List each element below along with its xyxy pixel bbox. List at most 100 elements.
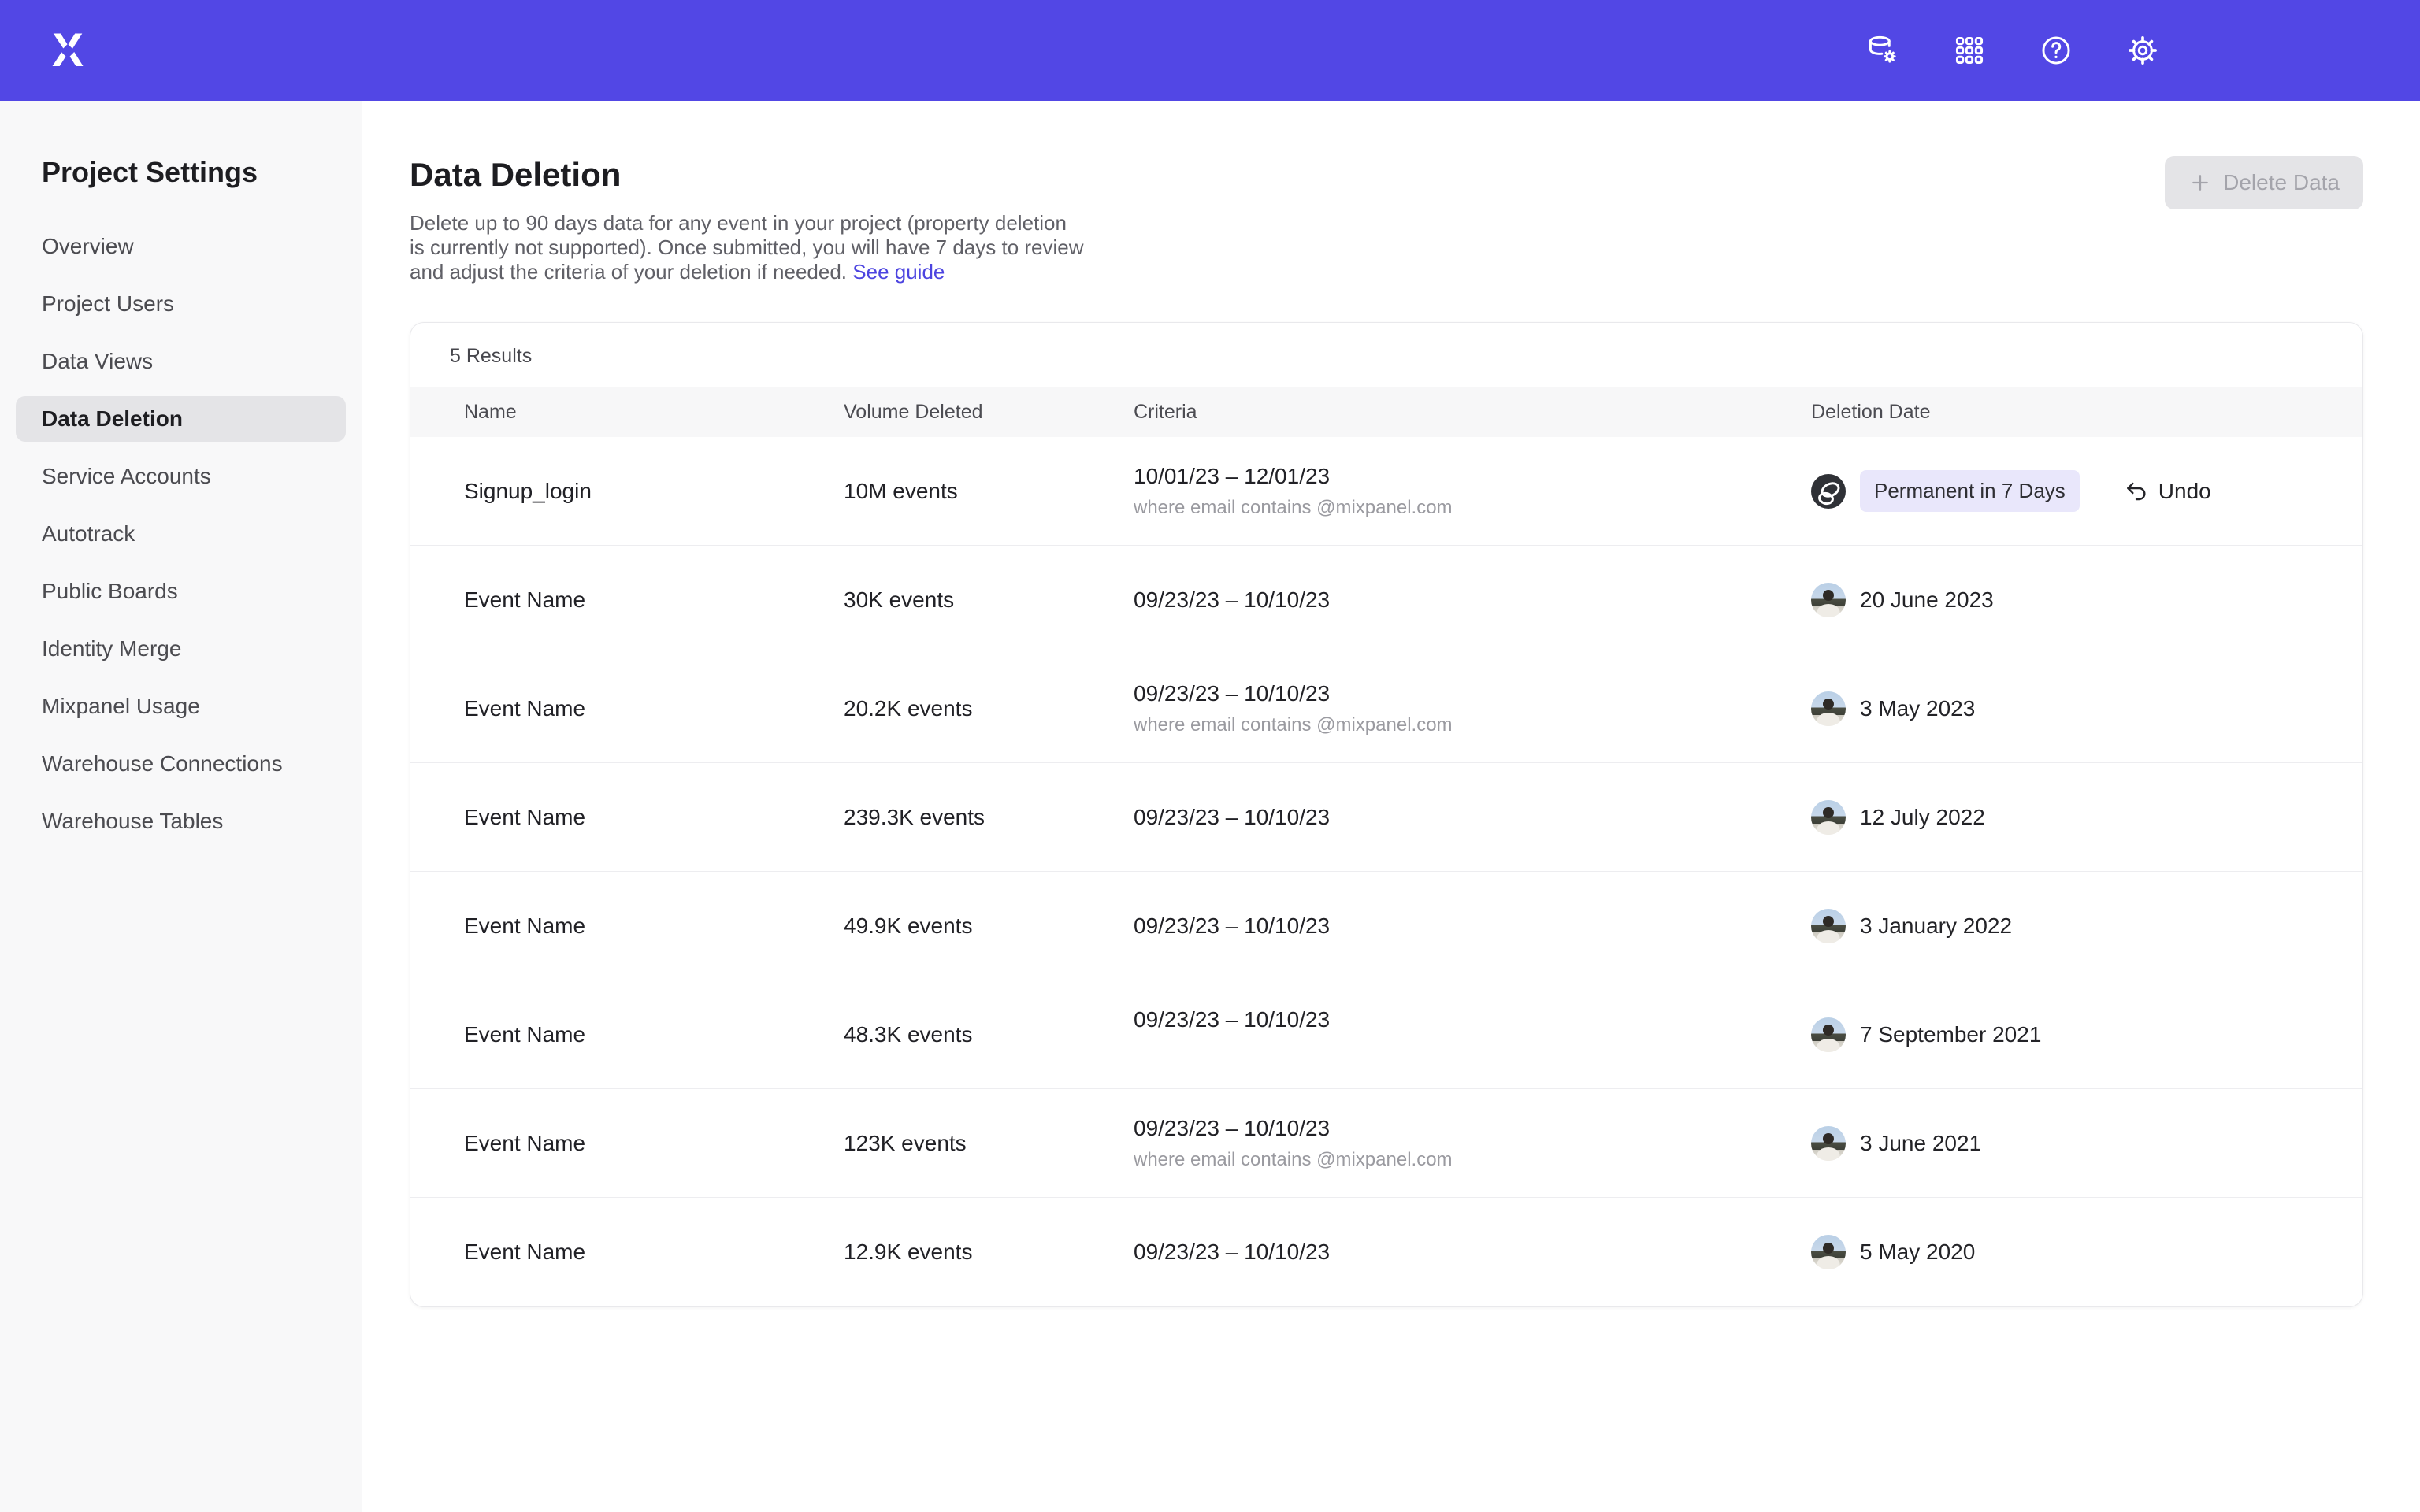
user-avatar xyxy=(1811,1017,1846,1052)
sidebar-item-label: Public Boards xyxy=(42,579,178,604)
table-row: Event Name 49.9K events 09/23/23 – 10/10… xyxy=(410,872,2362,980)
undo-button[interactable]: Undo xyxy=(2124,479,2211,504)
mixpanel-logo[interactable]: X xyxy=(44,27,91,74)
row-criteria: 10/01/23 – 12/01/23 xyxy=(1134,464,1811,489)
help-icon[interactable] xyxy=(2039,33,2073,68)
plus-icon xyxy=(2188,171,2212,195)
user-avatar xyxy=(1811,1126,1846,1161)
main-content: Data Deletion Delete up to 90 days data … xyxy=(362,101,2420,1512)
row-criteria: 09/23/23 – 10/10/23 xyxy=(1134,805,1811,830)
row-name: Signup_login xyxy=(410,479,844,504)
undo-icon xyxy=(2124,479,2149,504)
page-description-text: Delete up to 90 days data for any event … xyxy=(410,211,1084,284)
sidebar-item-label: Service Accounts xyxy=(42,464,211,489)
row-volume: 48.3K events xyxy=(844,1022,1134,1047)
sidebar-item-label: Overview xyxy=(42,234,134,259)
deletion-date: 5 May 2020 xyxy=(1860,1240,1975,1265)
page-description: Delete up to 90 days data for any event … xyxy=(410,211,1084,284)
sidebar-item-service-accounts[interactable]: Service Accounts xyxy=(16,454,346,499)
column-header-deletion-date: Deletion Date xyxy=(1811,401,2362,424)
sidebar-item-label: Mixpanel Usage xyxy=(42,694,200,719)
undo-button-label: Undo xyxy=(2158,479,2211,504)
deletion-date: 7 September 2021 xyxy=(1860,1022,2041,1047)
row-criteria-detail: where email contains @mixpanel.com xyxy=(1134,497,1811,519)
row-volume: 30K events xyxy=(844,587,1134,613)
apps-grid-icon[interactable] xyxy=(1952,33,1987,68)
page-header: Data Deletion Delete up to 90 days data … xyxy=(410,156,2363,284)
row-volume: 20.2K events xyxy=(844,696,1134,721)
sidebar-title: Project Settings xyxy=(42,156,362,189)
column-header-name: Name xyxy=(410,401,844,424)
row-name: Event Name xyxy=(410,914,844,939)
table-row: Event Name 20.2K events 09/23/23 – 10/10… xyxy=(410,654,2362,763)
row-criteria-detail xyxy=(1134,1040,1811,1062)
see-guide-link[interactable]: See guide xyxy=(852,260,945,284)
row-name: Event Name xyxy=(410,587,844,613)
user-avatar xyxy=(1811,909,1846,943)
sidebar-item-label: Project Users xyxy=(42,291,174,317)
row-name: Event Name xyxy=(410,805,844,830)
row-name: Event Name xyxy=(410,1131,844,1156)
topbar-actions xyxy=(1865,33,2160,68)
sidebar-item-identity-merge[interactable]: Identity Merge xyxy=(16,626,346,672)
row-criteria: 09/23/23 – 10/10/23 xyxy=(1134,587,1811,613)
row-volume: 239.3K events xyxy=(844,805,1134,830)
deletion-date: 20 June 2023 xyxy=(1860,587,1994,613)
table-row: Event Name 48.3K events 09/23/23 – 10/10… xyxy=(410,980,2362,1089)
row-criteria: 09/23/23 – 10/10/23 xyxy=(1134,681,1811,706)
row-volume: 10M events xyxy=(844,479,1134,504)
settings-icon[interactable] xyxy=(2125,33,2160,68)
user-avatar xyxy=(1811,474,1846,509)
table-row: Event Name 239.3K events 09/23/23 – 10/1… xyxy=(410,763,2362,872)
sidebar-item-label: Warehouse Connections xyxy=(42,751,283,776)
row-name: Event Name xyxy=(410,1022,844,1047)
row-criteria-detail: where email contains @mixpanel.com xyxy=(1134,714,1811,736)
row-volume: 49.9K events xyxy=(844,914,1134,939)
delete-data-button-label: Delete Data xyxy=(2223,170,2340,195)
row-criteria: 09/23/23 – 10/10/23 xyxy=(1134,1007,1811,1032)
row-criteria-detail: where email contains @mixpanel.com xyxy=(1134,1149,1811,1171)
table-row: Signup_login 10M events 10/01/23 – 12/01… xyxy=(410,437,2362,546)
sidebar-item-label: Data Deletion xyxy=(42,406,183,432)
table-row: Event Name 30K events 09/23/23 – 10/10/2… xyxy=(410,546,2362,654)
user-avatar xyxy=(1811,800,1846,835)
data-management-icon[interactable] xyxy=(1865,33,1900,68)
column-header-volume: Volume Deleted xyxy=(844,401,1134,424)
sidebar-nav: Overview Project Users Data Views Data D… xyxy=(0,224,362,844)
deletion-date: 3 May 2023 xyxy=(1860,696,1975,721)
user-avatar xyxy=(1811,583,1846,617)
sidebar-item-mixpanel-usage[interactable]: Mixpanel Usage xyxy=(16,684,346,729)
row-name: Event Name xyxy=(410,696,844,721)
sidebar-item-label: Warehouse Tables xyxy=(42,809,223,834)
sidebar-item-project-users[interactable]: Project Users xyxy=(16,281,346,327)
table-body: Signup_login 10M events 10/01/23 – 12/01… xyxy=(410,437,2362,1306)
deletion-date: 3 June 2021 xyxy=(1860,1131,1981,1156)
user-avatar xyxy=(1811,1235,1846,1269)
row-criteria: 09/23/23 – 10/10/23 xyxy=(1134,1240,1811,1265)
sidebar-item-autotrack[interactable]: Autotrack xyxy=(16,511,346,557)
project-settings-sidebar: Project Settings Overview Project Users … xyxy=(0,101,362,1512)
row-criteria: 09/23/23 – 10/10/23 xyxy=(1134,1116,1811,1141)
sidebar-item-label: Data Views xyxy=(42,349,153,374)
mixpanel-logo-glyph: X xyxy=(52,27,84,74)
results-count: 5 Results xyxy=(410,323,2362,387)
row-criteria: 09/23/23 – 10/10/23 xyxy=(1134,914,1811,939)
sidebar-item-label: Identity Merge xyxy=(42,636,181,662)
deletion-table-card: 5 Results Name Volume Deleted Criteria D… xyxy=(410,322,2363,1307)
delete-data-button[interactable]: Delete Data xyxy=(2165,156,2363,209)
table-row: Event Name 123K events 09/23/23 – 10/10/… xyxy=(410,1089,2362,1198)
row-name: Event Name xyxy=(410,1240,844,1265)
deletion-date: 12 July 2022 xyxy=(1860,805,1985,830)
page-title: Data Deletion xyxy=(410,156,1084,194)
user-avatar xyxy=(1811,691,1846,726)
sidebar-item-data-deletion[interactable]: Data Deletion xyxy=(16,396,346,442)
deletion-date: 3 January 2022 xyxy=(1860,914,2012,939)
sidebar-item-overview[interactable]: Overview xyxy=(16,224,346,269)
sidebar-item-data-views[interactable]: Data Views xyxy=(16,339,346,384)
sidebar-item-public-boards[interactable]: Public Boards xyxy=(16,569,346,614)
row-volume: 123K events xyxy=(844,1131,1134,1156)
table-header: Name Volume Deleted Criteria Deletion Da… xyxy=(410,387,2362,437)
sidebar-item-warehouse-tables[interactable]: Warehouse Tables xyxy=(16,799,346,844)
sidebar-item-warehouse-connections[interactable]: Warehouse Connections xyxy=(16,741,346,787)
status-badge: Permanent in 7 Days xyxy=(1860,470,2080,512)
